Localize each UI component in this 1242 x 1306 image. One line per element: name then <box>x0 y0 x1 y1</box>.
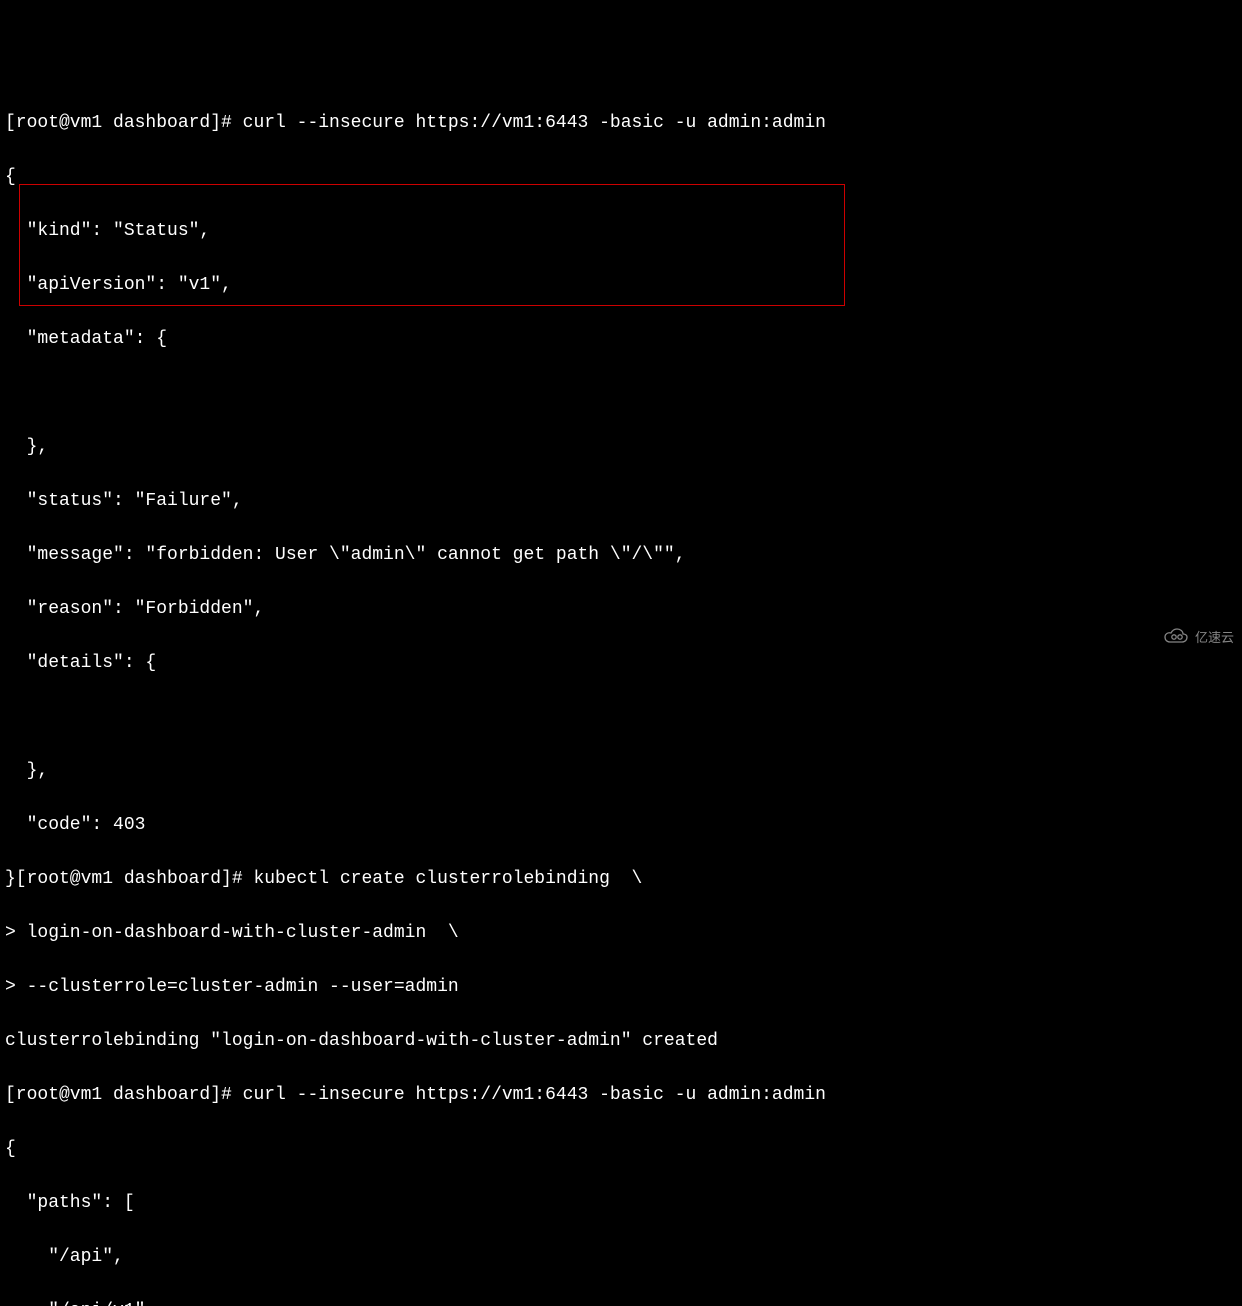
terminal-line: "status": "Failure", <box>5 488 1237 515</box>
terminal-line <box>5 380 1237 407</box>
terminal-line: { <box>5 1136 1237 1163</box>
terminal-line: "/api/v1", <box>5 1298 1237 1306</box>
terminal-line: { <box>5 164 1237 191</box>
terminal-line: clusterrolebinding "login-on-dashboard-w… <box>5 1028 1237 1055</box>
terminal-line: "paths": [ <box>5 1190 1237 1217</box>
terminal-line: }, <box>5 758 1237 785</box>
terminal-line: "details": { <box>5 650 1237 677</box>
terminal-line: "code": 403 <box>5 812 1237 839</box>
terminal-line: }[root@vm1 dashboard]# kubectl create cl… <box>5 866 1237 893</box>
cloud-logo-icon <box>1161 628 1191 646</box>
terminal-line: > login-on-dashboard-with-cluster-admin … <box>5 920 1237 947</box>
watermark: 亿速云 <box>1161 628 1234 648</box>
terminal-line: "kind": "Status", <box>5 218 1237 245</box>
terminal-line: [root@vm1 dashboard]# curl --insecure ht… <box>5 110 1237 137</box>
watermark-text: 亿速云 <box>1195 628 1234 648</box>
terminal-line: }, <box>5 434 1237 461</box>
terminal-line <box>5 704 1237 731</box>
terminal-line: "reason": "Forbidden", <box>5 596 1237 623</box>
terminal-line: "message": "forbidden: User \"admin\" ca… <box>5 542 1237 569</box>
terminal-line: "apiVersion": "v1", <box>5 272 1237 299</box>
terminal-line: [root@vm1 dashboard]# curl --insecure ht… <box>5 1082 1237 1109</box>
terminal-line: "/api", <box>5 1244 1237 1271</box>
terminal-line: > --clusterrole=cluster-admin --user=adm… <box>5 974 1237 1001</box>
terminal-line: "metadata": { <box>5 326 1237 353</box>
